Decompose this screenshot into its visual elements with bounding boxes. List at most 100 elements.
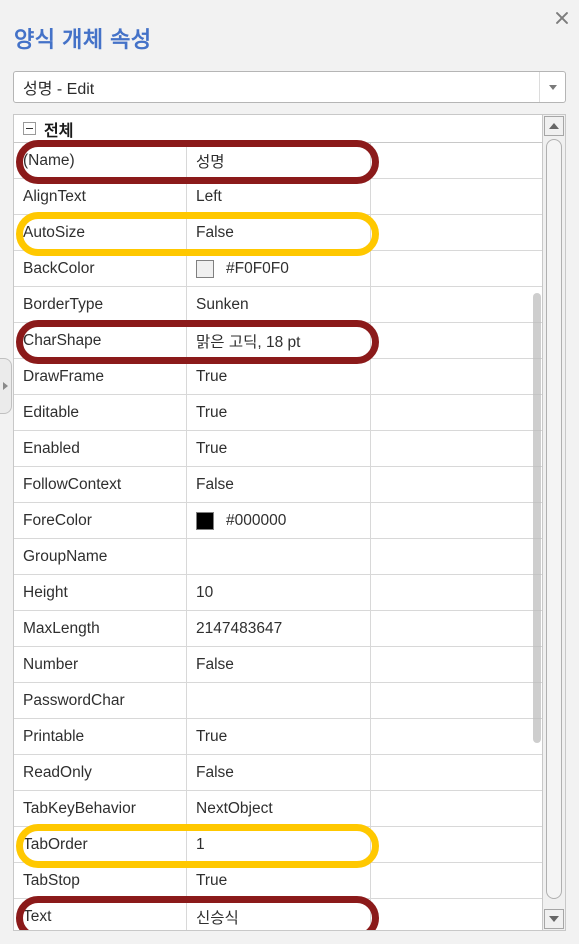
property-extra-cell xyxy=(371,467,542,502)
table-row[interactable]: TabStop True xyxy=(14,863,542,899)
property-extra-cell xyxy=(371,503,542,538)
table-row[interactable]: AlignText Left xyxy=(14,179,542,215)
form-object-properties-panel: 양식 개체 속성 성명 - Edit 전체 (Name) 성명 AlignText L… xyxy=(0,0,579,944)
property-value-cell[interactable]: False xyxy=(187,647,371,682)
property-value-cell[interactable]: True xyxy=(187,395,371,430)
property-extra-cell xyxy=(371,755,542,790)
color-swatch[interactable] xyxy=(196,259,214,278)
table-row[interactable]: ReadOnly False xyxy=(14,755,542,791)
property-value-cell[interactable]: Sunken xyxy=(187,287,371,322)
property-name-cell: FollowContext xyxy=(14,467,187,502)
property-value-cell[interactable]: True xyxy=(187,359,371,394)
property-extra-cell xyxy=(371,575,542,610)
chevron-right-icon xyxy=(3,382,8,390)
property-value-cell[interactable]: 성명 xyxy=(187,143,371,178)
property-value-cell[interactable]: #000000 xyxy=(187,503,371,538)
property-value-cell[interactable]: 1 xyxy=(187,827,371,862)
table-row[interactable]: TabOrder 1 xyxy=(14,827,542,863)
table-row[interactable]: Printable True xyxy=(14,719,542,755)
property-extra-cell xyxy=(371,323,542,358)
property-extra-cell xyxy=(371,251,542,286)
property-group-header[interactable]: 전체 xyxy=(14,115,542,143)
hamburger-menu-icon[interactable] xyxy=(523,9,539,27)
property-value-cell[interactable]: 신승식 xyxy=(187,899,371,930)
property-extra-cell xyxy=(371,539,542,574)
scroll-down-arrow-icon[interactable] xyxy=(544,909,564,929)
property-name-cell: AutoSize xyxy=(14,215,187,250)
object-selector-combobox[interactable]: 성명 - Edit xyxy=(13,71,566,103)
property-value-cell[interactable] xyxy=(187,539,371,574)
property-value-cell[interactable]: 2147483647 xyxy=(187,611,371,646)
property-name-cell: TabStop xyxy=(14,863,187,898)
color-swatch[interactable] xyxy=(196,511,214,530)
property-value-cell[interactable]: True xyxy=(187,719,371,754)
table-row[interactable]: Editable True xyxy=(14,395,542,431)
table-row[interactable]: (Name) 성명 xyxy=(14,143,542,179)
property-value-cell[interactable]: Left xyxy=(187,179,371,214)
property-value-cell[interactable]: False xyxy=(187,755,371,790)
table-row[interactable]: FollowContext False xyxy=(14,467,542,503)
property-extra-cell xyxy=(371,215,542,250)
close-icon[interactable] xyxy=(553,9,571,27)
window-controls xyxy=(523,8,571,28)
property-extra-cell xyxy=(371,179,542,214)
property-extra-cell xyxy=(371,143,542,178)
property-extra-cell xyxy=(371,791,542,826)
property-name-cell: Height xyxy=(14,575,187,610)
panel-collapse-handle[interactable] xyxy=(0,358,12,414)
property-value-cell[interactable]: True xyxy=(187,863,371,898)
property-extra-cell xyxy=(371,683,542,718)
property-value-cell[interactable] xyxy=(187,683,371,718)
property-name-cell: BorderType xyxy=(14,287,187,322)
table-row[interactable]: Enabled True xyxy=(14,431,542,467)
property-name-cell: AlignText xyxy=(14,179,187,214)
table-row[interactable]: Text 신승식 xyxy=(14,899,542,930)
property-value-text: #F0F0F0 xyxy=(226,259,289,277)
table-row[interactable]: CharShape 맑은 고딕, 18 pt xyxy=(14,323,542,359)
property-value-cell[interactable]: False xyxy=(187,467,371,502)
property-value-cell[interactable]: 10 xyxy=(187,575,371,610)
collapse-minus-icon[interactable] xyxy=(23,122,36,135)
property-extra-cell xyxy=(371,395,542,430)
chevron-down-icon[interactable] xyxy=(539,72,565,102)
property-extra-cell xyxy=(371,287,542,322)
property-value-cell[interactable]: 맑은 고딕, 18 pt xyxy=(187,323,371,358)
table-row[interactable]: BorderType Sunken xyxy=(14,287,542,323)
inner-scroll-indicator[interactable] xyxy=(533,293,541,743)
table-row[interactable]: BackColor #F0F0F0 xyxy=(14,251,542,287)
property-name-cell: Enabled xyxy=(14,431,187,466)
table-row[interactable]: AutoSize False xyxy=(14,215,542,251)
property-grid-body: 전체 (Name) 성명 AlignText Left AutoSize False Bac… xyxy=(14,115,543,930)
table-row[interactable]: ForeColor #000000 xyxy=(14,503,542,539)
property-extra-cell xyxy=(371,359,542,394)
property-extra-cell xyxy=(371,647,542,682)
property-name-cell: TabKeyBehavior xyxy=(14,791,187,826)
property-value-cell[interactable]: False xyxy=(187,215,371,250)
property-value-text: #000000 xyxy=(226,511,287,529)
property-name-cell: PasswordChar xyxy=(14,683,187,718)
property-extra-cell xyxy=(371,431,542,466)
property-name-cell: Editable xyxy=(14,395,187,430)
property-name-cell: ReadOnly xyxy=(14,755,187,790)
scrollbar-thumb[interactable] xyxy=(546,139,562,899)
vertical-scrollbar[interactable] xyxy=(543,115,565,930)
property-value-cell[interactable]: #F0F0F0 xyxy=(187,251,371,286)
table-row[interactable]: PasswordChar xyxy=(14,683,542,719)
property-extra-cell xyxy=(371,863,542,898)
property-value-cell[interactable]: NextObject xyxy=(187,791,371,826)
table-row[interactable]: TabKeyBehavior NextObject xyxy=(14,791,542,827)
table-row[interactable]: GroupName xyxy=(14,539,542,575)
table-row[interactable]: MaxLength 2147483647 xyxy=(14,611,542,647)
property-extra-cell xyxy=(371,827,542,862)
table-row[interactable]: Number False xyxy=(14,647,542,683)
property-name-cell: Printable xyxy=(14,719,187,754)
property-extra-cell xyxy=(371,611,542,646)
table-row[interactable]: DrawFrame True xyxy=(14,359,542,395)
property-name-cell: GroupName xyxy=(14,539,187,574)
table-row[interactable]: Height 10 xyxy=(14,575,542,611)
scroll-up-arrow-icon[interactable] xyxy=(544,116,564,136)
property-name-cell: MaxLength xyxy=(14,611,187,646)
page-title: 양식 개체 속성 xyxy=(14,27,152,52)
property-value-cell[interactable]: True xyxy=(187,431,371,466)
property-name-cell: CharShape xyxy=(14,323,187,358)
